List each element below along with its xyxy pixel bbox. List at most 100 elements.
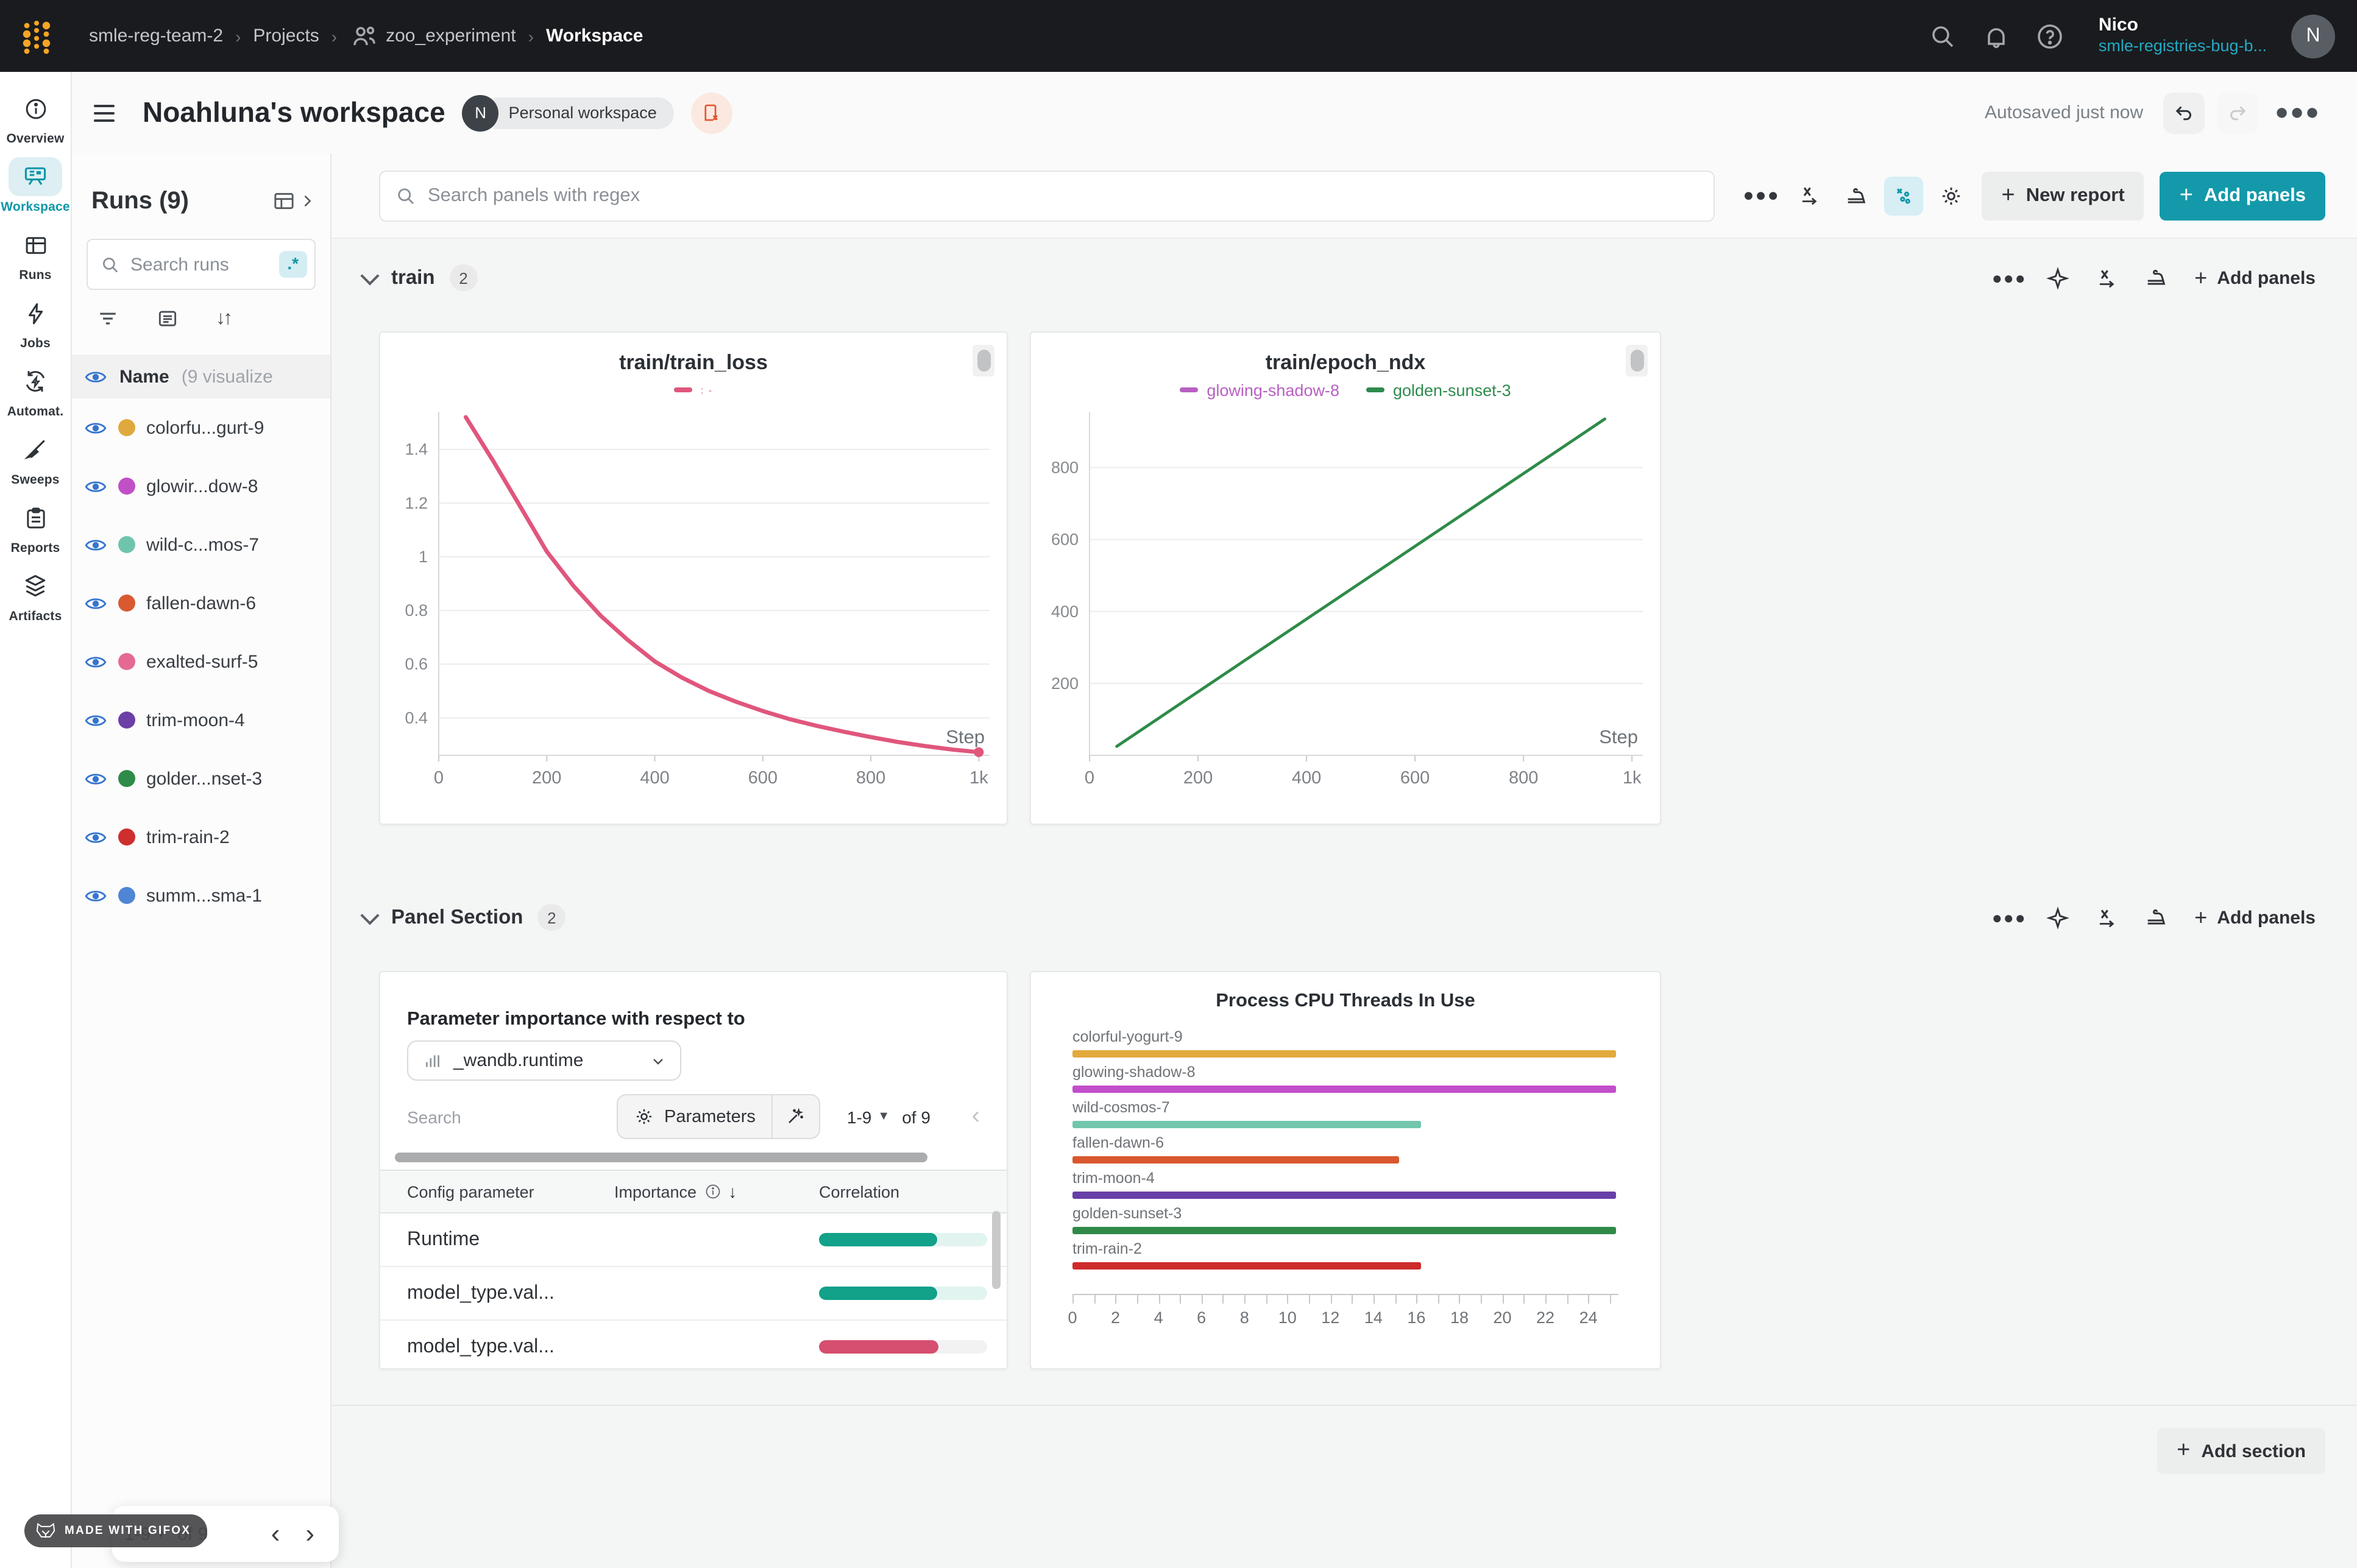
run-row[interactable]: fallen-dawn-6 <box>72 574 330 632</box>
settings-gear-icon[interactable] <box>1932 176 1971 215</box>
expand-runs-icon[interactable] <box>299 192 316 210</box>
section-name[interactable]: train <box>391 266 435 289</box>
visibility-eye-icon[interactable] <box>84 888 107 903</box>
run-row[interactable]: glowir...dow-8 <box>72 457 330 515</box>
run-row[interactable]: wild-c...mos-7 <box>72 515 330 574</box>
cpu-bar-row[interactable]: fallen-dawn-6 <box>1072 1134 1618 1164</box>
collapse-chevron-icon[interactable] <box>360 266 379 285</box>
cpu-bar-row[interactable]: colorful-yogurt-9 <box>1072 1028 1618 1058</box>
rail-item-sweeps[interactable]: Sweeps <box>1 430 69 487</box>
new-report-button[interactable]: + New report <box>1982 171 2144 220</box>
correlation-column[interactable]: Correlation <box>819 1182 1007 1201</box>
param-prev-page-chevron[interactable]: ‹ <box>972 1103 980 1131</box>
panel-parameter-importance[interactable]: Parameter importance with respect to _wa… <box>379 971 1008 1369</box>
cpu-bar-row[interactable]: wild-cosmos-7 <box>1072 1099 1618 1128</box>
parameters-button[interactable]: Parameters <box>618 1095 773 1138</box>
legend-item[interactable]: golden-sunset-3 <box>1366 381 1511 399</box>
search-panels-input[interactable]: Search panels with regex <box>379 170 1715 221</box>
bookmark-remove-icon[interactable] <box>691 92 732 133</box>
panel-smoothing-icon[interactable] <box>1837 176 1876 215</box>
point-visualization-icon[interactable] <box>1885 176 1924 215</box>
panel-drag-handle[interactable] <box>1626 345 1648 376</box>
panel-smoothing-icon[interactable] <box>2136 898 2175 937</box>
user-menu[interactable]: Nico smle-registries-bug-b... <box>2099 14 2267 57</box>
cpu-bar-row[interactable]: trim-moon-4 <box>1072 1170 1618 1199</box>
importance-column[interactable]: Importance ↓ <box>614 1182 819 1201</box>
run-row[interactable]: exalted-surf-5 <box>72 632 330 691</box>
visibility-eye-icon[interactable] <box>84 478 107 494</box>
panel-more-menu[interactable]: ●●● <box>1742 176 1781 215</box>
panel-cpu-threads[interactable]: Process CPU Threads In Use colorful-yogu… <box>1030 971 1661 1369</box>
collapse-chevron-icon[interactable] <box>360 906 379 925</box>
magic-wand-button[interactable] <box>773 1095 819 1138</box>
section-name[interactable]: Panel Section <box>391 906 523 929</box>
breadcrumb-team[interactable]: smle-reg-team-2 <box>89 26 223 46</box>
wandb-logo[interactable] <box>0 16 72 55</box>
section-more-menu[interactable]: ●●● <box>1990 258 2029 297</box>
filter-icon[interactable] <box>96 307 119 330</box>
avatar[interactable]: N <box>2291 14 2335 58</box>
cpu-bar-row[interactable]: glowing-shadow-8 <box>1072 1064 1618 1093</box>
cpu-bar-row[interactable]: golden-sunset-3 <box>1072 1205 1618 1234</box>
param-table-row[interactable]: Runtime <box>380 1213 1007 1267</box>
visibility-eye-icon[interactable] <box>84 829 107 845</box>
horizontal-scrollbar[interactable] <box>395 1153 927 1162</box>
breadcrumb-project[interactable]: zoo_experiment <box>349 21 516 51</box>
run-row[interactable]: summ...sma-1 <box>72 866 330 925</box>
rail-item-artifacts[interactable]: Artifacts <box>1 567 69 624</box>
legend-item[interactable]: glowing-shadow-8 <box>1180 381 1339 399</box>
panel-train-loss[interactable]: train/train_loss : - 0.40.60.811.21.4020… <box>379 331 1008 825</box>
next-page-chevron[interactable]: › <box>298 1520 322 1547</box>
visibility-eye-icon[interactable] <box>84 771 107 786</box>
run-row[interactable]: trim-moon-4 <box>72 691 330 749</box>
sort-icon[interactable]: ↓↑ <box>216 308 230 330</box>
run-row[interactable]: golder...nset-3 <box>72 749 330 808</box>
rail-item-overview[interactable]: Overview <box>1 89 69 146</box>
group-icon[interactable] <box>156 307 179 330</box>
visibility-eye-icon[interactable] <box>84 654 107 669</box>
personal-workspace-badge[interactable]: N Personal workspace <box>463 94 674 131</box>
search-icon[interactable] <box>1928 21 1957 51</box>
panel-epoch-ndx[interactable]: train/epoch_ndx glowing-shadow-8golden-s… <box>1030 331 1661 825</box>
param-page-range[interactable]: 1-9 ▼ <box>847 1107 890 1126</box>
rail-item-jobs[interactable]: Jobs <box>1 294 69 351</box>
section-more-menu[interactable]: ●●● <box>1990 898 2029 937</box>
run-row[interactable]: colorfu...gurt-9 <box>72 398 330 457</box>
add-section-button[interactable]: + Add section <box>2157 1428 2325 1474</box>
visibility-eye-icon[interactable] <box>84 712 107 728</box>
vertical-scrollbar[interactable] <box>992 1211 1001 1289</box>
regex-toggle[interactable]: .* <box>278 251 307 278</box>
config-parameter-column[interactable]: Config parameter <box>380 1182 614 1201</box>
visibility-eye-icon[interactable] <box>84 420 107 436</box>
magic-sparkle-icon[interactable] <box>2038 898 2077 937</box>
visibility-eye-icon[interactable] <box>84 595 107 611</box>
legend-item[interactable]: : - <box>674 384 713 395</box>
menu-icon[interactable] <box>94 97 126 129</box>
workspace-more-menu[interactable]: ●●● <box>2270 99 2325 126</box>
rail-item-workspace[interactable]: Workspace <box>1 157 69 214</box>
param-table-row[interactable]: model_type.val... <box>380 1267 1007 1321</box>
panel-smoothing-icon[interactable] <box>2136 258 2175 297</box>
section-add-panels-button[interactable]: + Add panels <box>2185 258 2325 298</box>
x-axis-settings-icon[interactable] <box>2087 258 2126 297</box>
param-table-row[interactable]: model_type.val... <box>380 1321 1007 1369</box>
metric-select[interactable]: _wandb.runtime <box>407 1040 681 1081</box>
magic-sparkle-icon[interactable] <box>2038 258 2077 297</box>
redo-button[interactable] <box>2216 92 2258 133</box>
undo-button[interactable] <box>2163 92 2204 133</box>
search-runs-input[interactable]: Search runs .* <box>87 239 316 290</box>
section-add-panels-button[interactable]: + Add panels <box>2185 897 2325 938</box>
runs-table-toggle-icon[interactable] <box>272 189 296 213</box>
x-axis-settings-icon[interactable] <box>1790 176 1829 215</box>
prev-page-chevron[interactable]: ‹ <box>264 1520 288 1547</box>
rail-item-automat[interactable]: Automat. <box>1 362 69 419</box>
visibility-eye-icon[interactable] <box>84 537 107 553</box>
notifications-bell-icon[interactable] <box>1982 21 2011 51</box>
rail-item-runs[interactable]: Runs <box>1 225 69 283</box>
x-axis-settings-icon[interactable] <box>2087 898 2126 937</box>
breadcrumb-projects[interactable]: Projects <box>253 26 319 46</box>
runs-list-header[interactable]: Name (9 visualize <box>72 355 330 398</box>
rail-item-reports[interactable]: Reports <box>1 498 69 556</box>
panel-drag-handle[interactable] <box>973 345 994 376</box>
run-row[interactable]: trim-rain-2 <box>72 808 330 866</box>
